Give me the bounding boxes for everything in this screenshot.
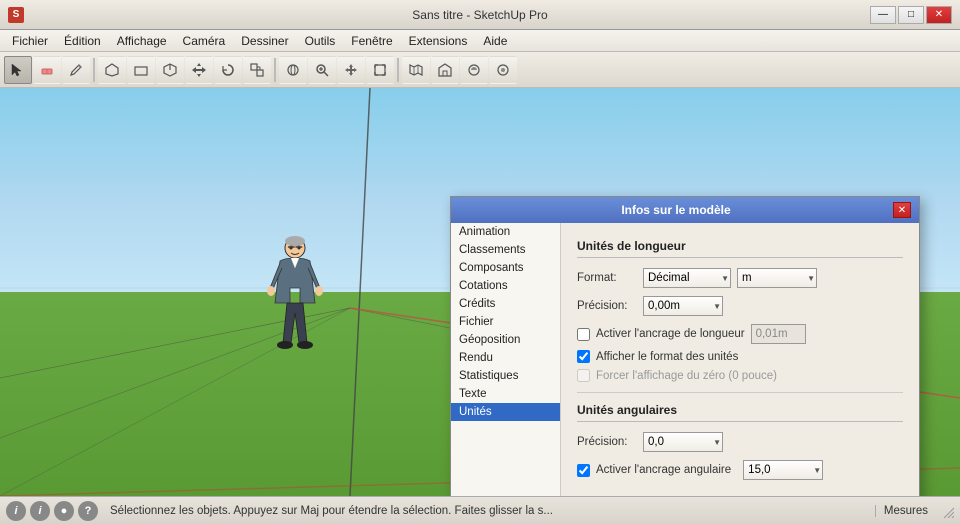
pencil-tool-button[interactable] (62, 56, 90, 84)
maximize-button[interactable]: □ (898, 6, 924, 24)
force-zero-label: Forcer l'affichage du zéro (0 pouce) (596, 370, 777, 382)
precision-row: Précision: 0m 0,0m 0,00m 0,000m ▼ (577, 296, 903, 316)
anchor-angle-checkbox[interactable] (577, 464, 590, 477)
dialog-sidebar: Animation Classements Composants Cotatio… (451, 223, 561, 496)
close-button[interactable]: ✕ (926, 6, 952, 24)
sidebar-item-composants[interactable]: Composants (451, 259, 560, 277)
window-controls: — □ ✕ (870, 6, 952, 24)
map-tool-button[interactable] (402, 56, 430, 84)
zoom-tool-button[interactable] (308, 56, 336, 84)
dialog-content-panel: Unités de longueur Format: Décimal Archi… (561, 223, 919, 496)
status-bar: i i ● ? Sélectionnez les objets. Appuyez… (0, 496, 960, 524)
anchor-angle-label: Activer l'ancrage angulaire (596, 464, 731, 476)
menu-fenetre[interactable]: Fenêtre (343, 30, 400, 51)
rotate-tool-button[interactable] (214, 56, 242, 84)
longueur-section-header: Unités de longueur (577, 239, 903, 258)
select-tool-button[interactable] (4, 56, 32, 84)
status-icon-4[interactable]: ? (78, 501, 98, 521)
dialog-close-button[interactable]: ✕ (893, 202, 911, 218)
minimize-button[interactable]: — (870, 6, 896, 24)
precision-label: Précision: (577, 300, 637, 312)
menu-extensions[interactable]: Extensions (401, 30, 476, 51)
status-text: Sélectionnez les objets. Appuyez sur Maj… (102, 505, 871, 517)
menu-bar: Fichier Édition Affichage Caméra Dessine… (0, 30, 960, 52)
scale-tool-button[interactable] (243, 56, 271, 84)
toolbar (0, 52, 960, 88)
anchor-angle-select[interactable]: 1,0 5,0 10,0 15,0 30,0 45,0 90,0 (743, 460, 823, 480)
menu-camera[interactable]: Caméra (175, 30, 234, 51)
anchor-length-label: Activer l'ancrage de longueur (596, 328, 745, 340)
precision-select-wrapper: 0m 0,0m 0,00m 0,000m ▼ (643, 296, 723, 316)
anchor-length-input[interactable] (751, 324, 806, 344)
format-row: Format: Décimal Architectural Ingénierie… (577, 268, 903, 288)
warehouse-button[interactable] (431, 56, 459, 84)
anchor-angle-select-wrapper: 1,0 5,0 10,0 15,0 30,0 45,0 90,0 ▼ (743, 460, 823, 480)
material-button[interactable] (460, 56, 488, 84)
sidebar-item-geoposition[interactable]: Géoposition (451, 331, 560, 349)
menu-dessiner[interactable]: Dessiner (233, 30, 296, 51)
shape-tool-button[interactable] (98, 56, 126, 84)
dialog-body: Animation Classements Composants Cotatio… (451, 223, 919, 496)
format-select[interactable]: Décimal Architectural Ingénierie Fractio… (643, 268, 731, 288)
menu-affichage[interactable]: Affichage (109, 30, 175, 51)
model-info-dialog: Infos sur le modèle ✕ Animation Classeme… (450, 196, 920, 496)
section-divider (577, 392, 903, 393)
pan-tool-button[interactable] (337, 56, 365, 84)
force-zero-checkbox[interactable] (577, 369, 590, 382)
anchor-length-row: Activer l'ancrage de longueur (577, 324, 903, 344)
person-figure (255, 233, 335, 363)
sidebar-item-animation[interactable]: Animation (451, 223, 560, 241)
toolbar-separator-1 (93, 58, 95, 82)
toolbar-separator-3 (397, 58, 399, 82)
format-label: Format: (577, 272, 637, 284)
unit-select-wrapper: m cm mm ft in ▼ (737, 268, 817, 288)
unit-select[interactable]: m cm mm ft in (737, 268, 817, 288)
move-tool-button[interactable] (185, 56, 213, 84)
window-title: Sans titre - SketchUp Pro (412, 8, 547, 22)
dialog-title: Infos sur le modèle (459, 203, 893, 217)
style-button[interactable] (489, 56, 517, 84)
menu-edition[interactable]: Édition (56, 30, 109, 51)
sidebar-item-statistiques[interactable]: Statistiques (451, 367, 560, 385)
show-format-checkbox[interactable] (577, 350, 590, 363)
title-bar: S Sans titre - SketchUp Pro — □ ✕ (0, 0, 960, 30)
angular-precision-row: Précision: 0 0,0 0,00 0,000 ▼ (577, 432, 903, 452)
eraser-tool-button[interactable] (33, 56, 61, 84)
angular-precision-select-wrapper: 0 0,0 0,00 0,000 ▼ (643, 432, 723, 452)
sidebar-item-rendu[interactable]: Rendu (451, 349, 560, 367)
sidebar-item-cotations[interactable]: Cotations (451, 277, 560, 295)
status-icon-2[interactable]: i (30, 501, 50, 521)
format-select-wrapper: Décimal Architectural Ingénierie Fractio… (643, 268, 731, 288)
angular-precision-label: Précision: (577, 436, 637, 448)
force-zero-row: Forcer l'affichage du zéro (0 pouce) (577, 369, 903, 382)
pushpull-tool-button[interactable] (156, 56, 184, 84)
angular-precision-select[interactable]: 0 0,0 0,00 0,000 (643, 432, 723, 452)
sidebar-item-fichier[interactable]: Fichier (451, 313, 560, 331)
menu-aide[interactable]: Aide (475, 30, 515, 51)
sidebar-item-texte[interactable]: Texte (451, 385, 560, 403)
show-format-row: Afficher le format des unités (577, 350, 903, 363)
canvas-area[interactable]: Infos sur le modèle ✕ Animation Classeme… (0, 88, 960, 496)
anchor-angle-row: Activer l'ancrage angulaire 1,0 5,0 10,0… (577, 460, 903, 480)
anchor-length-checkbox[interactable] (577, 328, 590, 341)
menu-fichier[interactable]: Fichier (4, 30, 56, 51)
show-format-label: Afficher le format des unités (596, 351, 738, 363)
app-icon: S (8, 7, 24, 23)
orbit-tool-button[interactable] (279, 56, 307, 84)
sidebar-item-credits[interactable]: Crédits (451, 295, 560, 313)
angulaire-section-header: Unités angulaires (577, 403, 903, 422)
rectangle-tool-button[interactable] (127, 56, 155, 84)
resize-handle[interactable] (940, 504, 954, 518)
status-icon-1[interactable]: i (6, 501, 26, 521)
status-measure-label: Mesures (875, 505, 936, 517)
menu-outils[interactable]: Outils (297, 30, 344, 51)
sidebar-item-classements[interactable]: Classements (451, 241, 560, 259)
toolbar-separator-2 (274, 58, 276, 82)
status-icon-3[interactable]: ● (54, 501, 74, 521)
dialog-title-bar: Infos sur le modèle ✕ (451, 197, 919, 223)
zoom-extents-button[interactable] (366, 56, 394, 84)
sidebar-item-unites[interactable]: Unités (451, 403, 560, 421)
precision-select[interactable]: 0m 0,0m 0,00m 0,000m (643, 296, 723, 316)
